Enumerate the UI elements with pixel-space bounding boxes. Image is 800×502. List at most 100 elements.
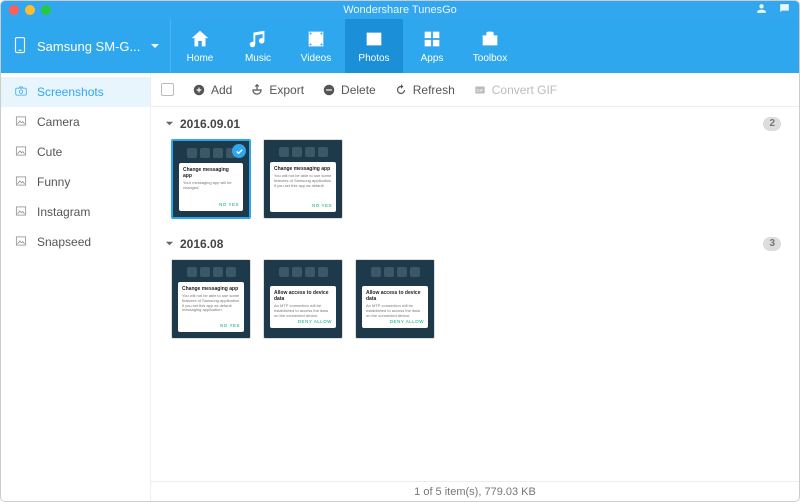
photo-thumbnail[interactable]: Change messaging app You will not be abl… [263, 139, 343, 219]
thumb-buttons: NO YES [183, 202, 239, 207]
feedback-icon[interactable] [778, 2, 791, 18]
tab-label: Apps [421, 53, 444, 64]
thumb-title: Change messaging app [274, 166, 332, 172]
thumbnail-row: Change messaging app Your messaging app … [165, 135, 785, 223]
group-label: 2016.09.01 [180, 117, 240, 131]
sidebar-item-label: Camera [37, 115, 80, 129]
apps-icon [421, 28, 443, 50]
thumb-body: An MTP connection will be established to… [274, 304, 332, 319]
thumb-buttons: DENY ALLOW [366, 319, 424, 324]
sidebar-item-label: Instagram [37, 205, 90, 219]
phone-icon [11, 32, 29, 61]
app-window: Wondershare TunesGo Samsung SM-G... Home… [0, 0, 800, 502]
sidebar-item-label: Funny [37, 175, 70, 189]
export-label: Export [269, 83, 304, 97]
group-count-badge: 2 [763, 117, 781, 131]
group-label: 2016.08 [180, 237, 223, 251]
thumb-body: You will not be able to use some feature… [182, 294, 240, 323]
photo-thumbnail[interactable]: Change messaging app Your messaging app … [171, 139, 251, 219]
sidebar-item-funny[interactable]: Funny [1, 167, 150, 197]
add-label: Add [211, 83, 232, 97]
image-icon [13, 234, 29, 251]
sidebar-item-instagram[interactable]: Instagram [1, 197, 150, 227]
add-button[interactable]: Add [192, 83, 232, 97]
chevron-down-icon [150, 39, 160, 54]
thumb-title: Allow access to device data [274, 290, 332, 302]
minimize-window-button[interactable] [25, 5, 35, 15]
photo-thumbnail[interactable]: Change messaging app You will not be abl… [171, 259, 251, 339]
photo-thumbnail[interactable]: Allow access to device data An MTP conne… [355, 259, 435, 339]
thumb-title: Change messaging app [183, 167, 239, 179]
delete-button[interactable]: Delete [322, 83, 376, 97]
svg-text:GIF: GIF [476, 87, 483, 92]
group-count-badge: 3 [763, 237, 781, 251]
header: Samsung SM-G... Home Music Videos Photos [1, 19, 799, 73]
disclosure-triangle-icon [165, 117, 174, 131]
thumb-title: Change messaging app [182, 286, 240, 292]
tab-label: Photos [358, 53, 389, 64]
tab-photos[interactable]: Photos [345, 19, 403, 73]
sidebar-item-camera[interactable]: Camera [1, 107, 150, 137]
image-icon [13, 114, 29, 131]
toolbox-icon [479, 28, 501, 50]
tab-home[interactable]: Home [171, 19, 229, 73]
toolbar: Add Export Delete Refresh GIF Convert GI… [151, 73, 799, 107]
photo-thumbnail[interactable]: Allow access to device data An MTP conne… [263, 259, 343, 339]
sidebar-item-cute[interactable]: Cute [1, 137, 150, 167]
tab-label: Toolbox [473, 53, 507, 64]
videos-icon [305, 28, 327, 50]
thumbnail-row: Change messaging app You will not be abl… [165, 255, 785, 343]
app-title: Wondershare TunesGo [1, 4, 799, 16]
refresh-button[interactable]: Refresh [394, 83, 455, 97]
selected-check-icon [232, 144, 246, 158]
music-icon [247, 28, 269, 50]
window-controls [1, 5, 51, 15]
camera-icon [13, 84, 29, 101]
refresh-label: Refresh [413, 83, 455, 97]
thumb-buttons: DENY ALLOW [274, 319, 332, 324]
tab-toolbox[interactable]: Toolbox [461, 19, 519, 73]
image-icon [13, 174, 29, 191]
group-header[interactable]: 2016.09.01 2 [165, 113, 785, 135]
sidebar: Screenshots Camera Cute Funny Instagram … [1, 73, 151, 501]
convert-gif-button[interactable]: GIF Convert GIF [473, 83, 557, 97]
photo-group: 2016.08 3 Change messaging app You will … [165, 233, 785, 343]
tab-label: Videos [301, 53, 331, 64]
image-icon [13, 204, 29, 221]
titlebar: Wondershare TunesGo [1, 1, 799, 19]
tab-label: Home [187, 53, 214, 64]
status-text: 1 of 5 item(s), 779.03 KB [414, 486, 536, 498]
thumb-body: Your messaging app will be changed. [183, 181, 239, 202]
tab-label: Music [245, 53, 271, 64]
sidebar-item-label: Screenshots [37, 85, 104, 99]
main-tabs: Home Music Videos Photos Apps Toolbox [171, 19, 519, 73]
sidebar-item-snapseed[interactable]: Snapseed [1, 227, 150, 257]
close-window-button[interactable] [9, 5, 19, 15]
export-button[interactable]: Export [250, 83, 304, 97]
body: Screenshots Camera Cute Funny Instagram … [1, 73, 799, 501]
tab-videos[interactable]: Videos [287, 19, 345, 73]
device-name: Samsung SM-G... [37, 39, 142, 54]
content: 2016.09.01 2 Change messaging app Your m… [151, 107, 799, 481]
home-icon [189, 28, 211, 50]
main: Add Export Delete Refresh GIF Convert GI… [151, 73, 799, 501]
thumb-buttons: NO YES [274, 203, 332, 208]
convert-gif-label: Convert GIF [492, 83, 557, 97]
select-all-checkbox[interactable] [161, 83, 174, 96]
image-icon [13, 144, 29, 161]
status-bar: 1 of 5 item(s), 779.03 KB [151, 481, 799, 501]
thumb-body: You will not be able to use some feature… [274, 174, 332, 203]
tab-music[interactable]: Music [229, 19, 287, 73]
tab-apps[interactable]: Apps [403, 19, 461, 73]
zoom-window-button[interactable] [41, 5, 51, 15]
thumb-title: Allow access to device data [366, 290, 424, 302]
photos-icon [363, 28, 385, 50]
device-selector[interactable]: Samsung SM-G... [1, 19, 171, 73]
sidebar-item-screenshots[interactable]: Screenshots [1, 77, 150, 107]
group-header[interactable]: 2016.08 3 [165, 233, 785, 255]
delete-label: Delete [341, 83, 376, 97]
sidebar-item-label: Cute [37, 145, 62, 159]
account-icon[interactable] [755, 2, 768, 18]
disclosure-triangle-icon [165, 237, 174, 251]
thumb-buttons: NO YES [182, 323, 240, 328]
